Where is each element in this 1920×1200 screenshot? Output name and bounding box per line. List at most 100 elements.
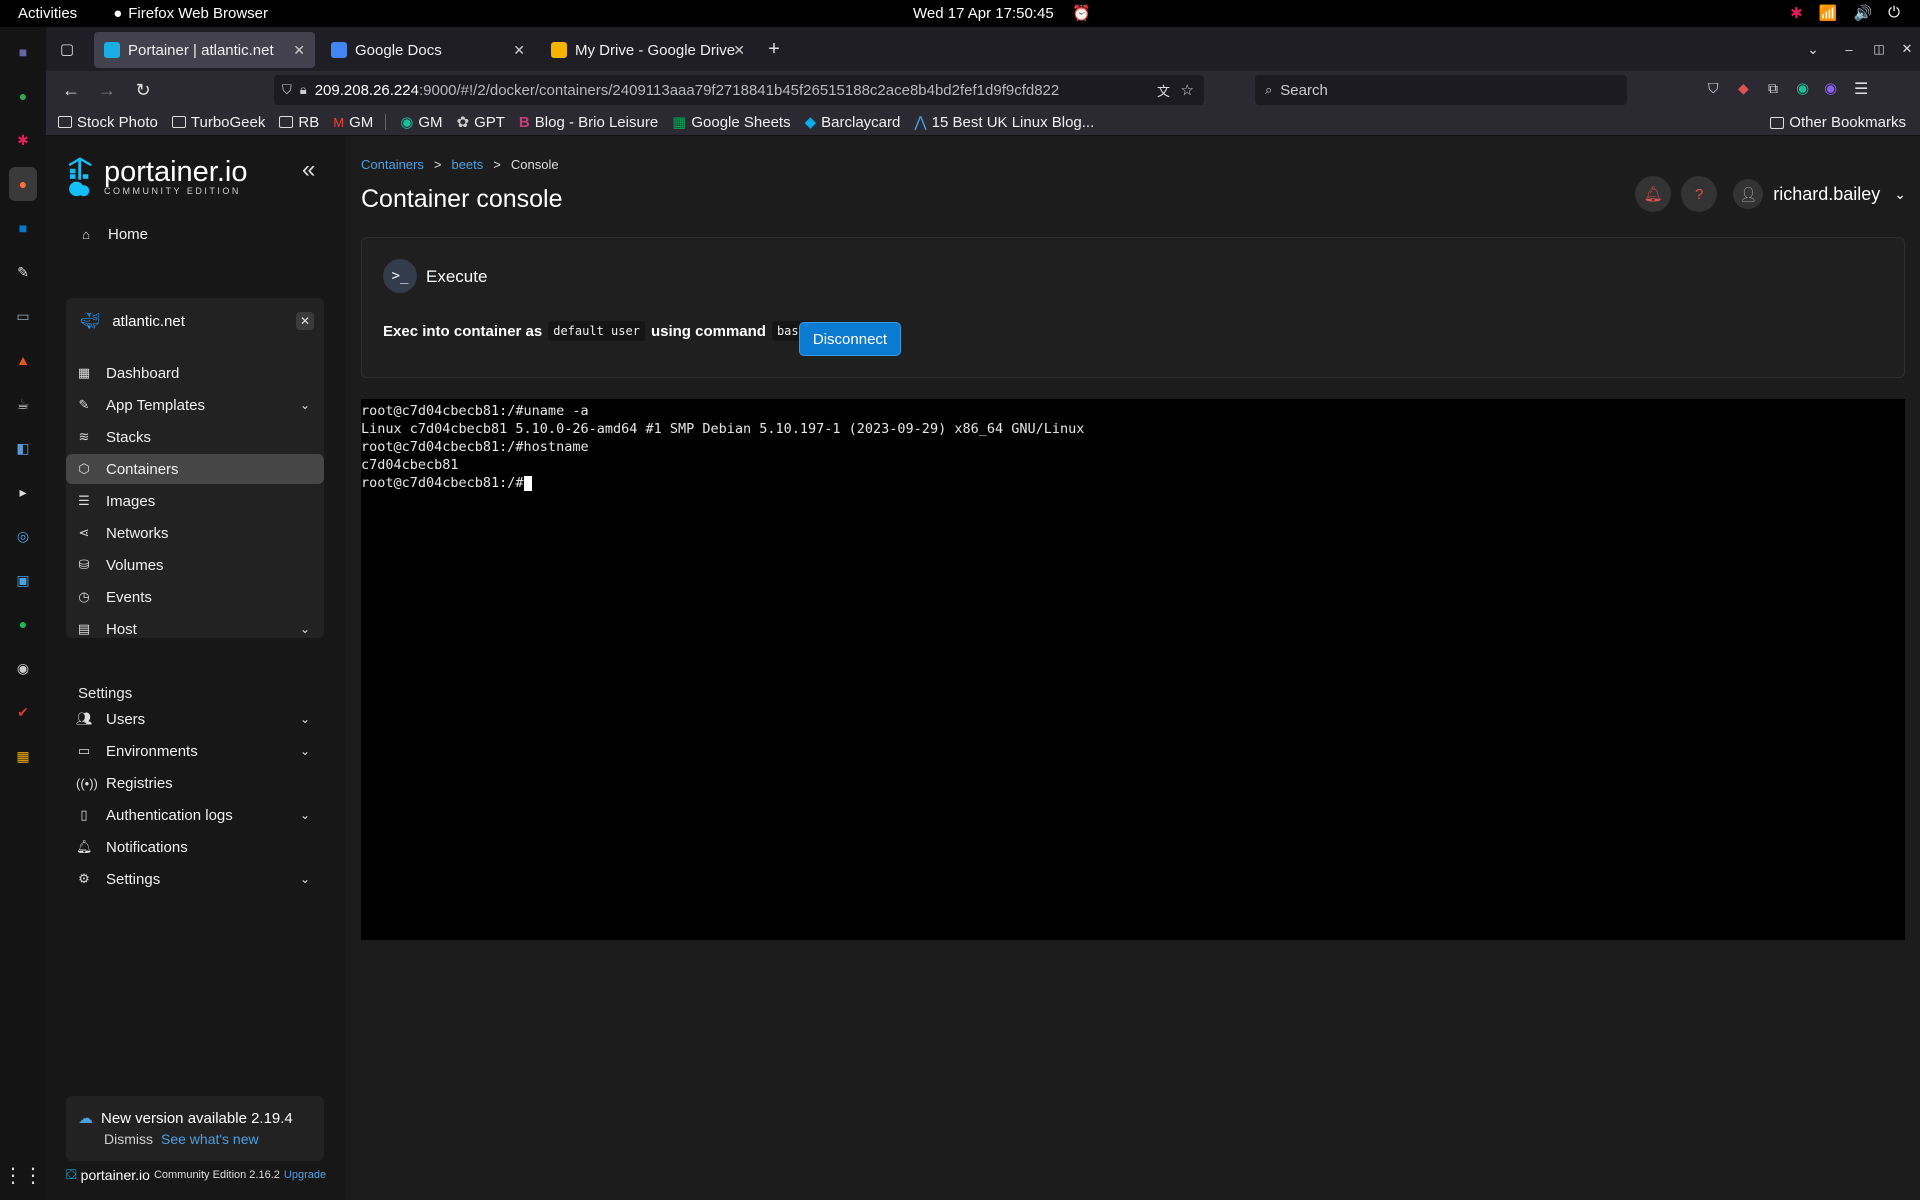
files-icon[interactable]: ▭	[9, 299, 37, 333]
nav-app-templates[interactable]: ✎ App Templates ⌄	[66, 390, 324, 420]
close-window-icon[interactable]: ✕	[1892, 41, 1920, 57]
bookmark-turbogeek[interactable]: TurboGeek	[171, 114, 265, 131]
power-icon[interactable]: ⏻	[1888, 4, 1900, 22]
screen-share-icon[interactable]: ▣	[9, 563, 37, 597]
outlook-icon[interactable]: ■	[9, 211, 37, 245]
notifications-bell-icon[interactable]: 🔔︎	[1635, 176, 1672, 212]
wifi-icon[interactable]: 📶	[1819, 4, 1838, 22]
alarm-icon[interactable]: ⏰	[1072, 4, 1091, 22]
bookmark-stock-photo[interactable]: Stock Photo	[58, 114, 158, 131]
text-editor-icon[interactable]: ✎	[9, 255, 37, 289]
bookmark-gpt[interactable]: ✿ GPT	[457, 113, 505, 132]
maximize-icon[interactable]: ◫	[1864, 42, 1894, 56]
list-tabs-icon[interactable]: ⌄	[1798, 41, 1828, 58]
chrome-icon[interactable]: ●	[9, 79, 37, 113]
url-bar[interactable]: ⛉ 🔒︎ 209.208.26.224:9000/#!/2/docker/con…	[274, 75, 1204, 105]
menu-icon[interactable]: ☰	[1854, 79, 1868, 99]
nav-events[interactable]: ◷ Events	[66, 582, 324, 612]
disconnect-button[interactable]: Disconnect	[799, 322, 901, 356]
bookmark-gmail[interactable]: M GM	[333, 114, 373, 131]
reload-icon[interactable]: ↻	[128, 80, 158, 101]
bookmark-barclaycard[interactable]: ◆ Barclaycard	[805, 113, 901, 132]
forward-icon[interactable]: →	[92, 80, 122, 101]
proton-icon[interactable]: ◉	[1824, 79, 1837, 97]
app-center-icon[interactable]: ▲	[9, 343, 37, 377]
settings-app-icon[interactable]: ◧	[9, 431, 37, 465]
slack-icon[interactable]: ✱	[9, 123, 37, 157]
bookmark-grammarly[interactable]: ◉ GM	[400, 113, 442, 132]
terminal-icon[interactable]: ▸	[9, 475, 37, 509]
search-bar[interactable]: ⌕ Search	[1255, 75, 1627, 105]
nav-environments[interactable]: ▭ Environments ⌄	[66, 736, 324, 766]
chevron-down-icon[interactable]: ⌄	[300, 808, 310, 822]
back-icon[interactable]: ←	[56, 80, 86, 101]
activities-button[interactable]: Activities	[18, 5, 77, 22]
spotify-icon[interactable]: ●	[9, 607, 37, 641]
chevron-down-icon[interactable]: ⌄	[300, 712, 310, 726]
teams-icon[interactable]: ■	[9, 35, 37, 69]
active-app-menu[interactable]: ● Firefox Web Browser	[113, 5, 268, 22]
nav-stacks[interactable]: ≋ Stacks	[66, 422, 324, 452]
system-tray[interactable]: ✱ 📶 🔊 ⏻	[1790, 4, 1900, 22]
tab-google-docs[interactable]: Google Docs ✕	[321, 32, 535, 68]
volume-icon[interactable]: 🔊	[1853, 4, 1872, 22]
system-clock[interactable]: Wed 17 Apr 17:50:45	[913, 5, 1054, 22]
dismiss-link[interactable]: Dismiss	[104, 1131, 153, 1147]
nav-networks[interactable]: ⋖ Networks	[66, 518, 324, 548]
tab-overview-icon[interactable]: ▢	[52, 40, 82, 58]
nav-containers[interactable]: ⬡ Containers	[66, 454, 324, 484]
breadcrumb-beets[interactable]: beets	[451, 157, 483, 172]
show-apps-icon[interactable]: ⋮⋮	[3, 1163, 43, 1188]
close-tab-icon[interactable]: ✕	[733, 42, 745, 59]
chevron-down-icon[interactable]: ⌄	[300, 872, 310, 886]
nav-users[interactable]: 👥︎ Users ⌄	[66, 704, 324, 734]
bookmark-rb[interactable]: RB	[279, 114, 319, 131]
nav-host[interactable]: ▤ Host ⌄	[66, 614, 324, 644]
todo-icon[interactable]: ✔	[9, 695, 37, 729]
nav-authentication-logs[interactable]: ▯ Authentication logs ⌄	[66, 800, 324, 830]
calculator-icon[interactable]: ▦	[9, 739, 37, 773]
translate-icon[interactable]: 文	[1157, 81, 1170, 100]
remote-desktop-icon[interactable]: ◎	[9, 519, 37, 553]
user-menu[interactable]: 👤︎ richard.bailey ⌄	[1733, 179, 1906, 209]
disk-icon[interactable]: ◉	[9, 651, 37, 685]
chevron-down-icon[interactable]: ⌄	[300, 398, 310, 412]
nav-volumes[interactable]: ⛁ Volumes	[66, 550, 324, 580]
bookmark-star-icon[interactable]: ☆	[1181, 81, 1194, 99]
bookmark-linux-blog[interactable]: ⋀ 15 Best UK Linux Blog...	[914, 113, 1094, 132]
close-tab-icon[interactable]: ✕	[293, 42, 305, 59]
grammarly-icon[interactable]: ◉	[1796, 79, 1809, 97]
extensions-icon[interactable]: ⧉	[1768, 80, 1778, 97]
pocket-icon[interactable]: ⛉	[1708, 80, 1719, 97]
minimize-icon[interactable]: –	[1834, 42, 1864, 57]
breadcrumb-containers[interactable]: Containers	[361, 157, 424, 172]
terminal-console[interactable]: root@c7d04cbecb81:/#uname -a Linux c7d04…	[361, 399, 1905, 940]
collapse-sidebar-icon[interactable]: «	[302, 156, 315, 184]
other-bookmarks[interactable]: Other Bookmarks	[1770, 114, 1906, 131]
nav-home[interactable]: ⌂ Home	[68, 219, 326, 249]
portainer-logo[interactable]: portainer.io COMMUNITY EDITION	[66, 156, 248, 198]
nav-notifications[interactable]: 🔔︎ Notifications	[66, 832, 324, 862]
chevron-down-icon[interactable]: ⌄	[300, 744, 310, 758]
close-tab-icon[interactable]: ✕	[513, 42, 525, 59]
bookmark-brio[interactable]: B Blog - Brio Leisure	[519, 114, 658, 131]
close-environment-icon[interactable]: ✕	[296, 312, 314, 330]
nav-images[interactable]: ☰ Images	[66, 486, 324, 516]
shield-icon[interactable]: ⛉	[282, 82, 292, 98]
new-tab-icon[interactable]: +	[759, 38, 789, 61]
firefox-dock-icon[interactable]: ●	[9, 167, 37, 201]
slack-tray-icon[interactable]: ✱	[1790, 4, 1803, 22]
help-icon[interactable]: ?	[1681, 176, 1718, 212]
lock-icon[interactable]: 🔒︎	[300, 82, 307, 98]
whats-new-link[interactable]: See what's new	[161, 1131, 259, 1147]
tab-portainer[interactable]: Portainer | atlantic.net ✕	[94, 32, 315, 68]
chevron-down-icon[interactable]: ⌄	[300, 622, 310, 636]
nav-settings[interactable]: ⚙ Settings ⌄	[66, 864, 324, 894]
nav-registries[interactable]: ((•)) Registries	[66, 768, 324, 798]
bookmark-sheets[interactable]: ▦ Google Sheets	[672, 113, 790, 132]
upgrade-link[interactable]: Upgrade	[284, 1169, 326, 1181]
tab-google-drive[interactable]: My Drive - Google Drive ✕	[541, 32, 755, 68]
extension-icon[interactable]: ◆	[1738, 80, 1749, 97]
mug-icon[interactable]: ☕	[9, 387, 37, 421]
nav-dashboard[interactable]: ▦ Dashboard	[66, 358, 324, 388]
